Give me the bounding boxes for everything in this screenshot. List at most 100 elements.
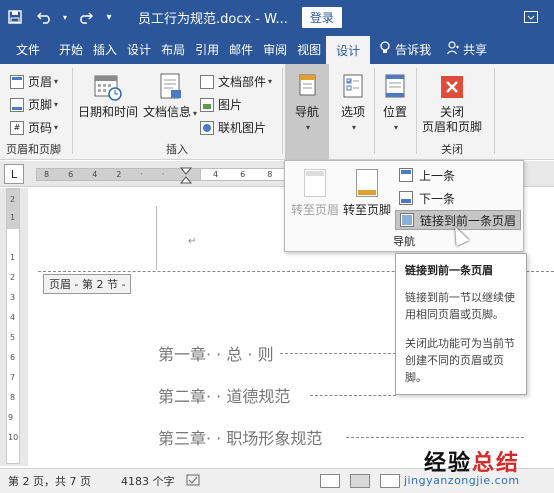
ruler-tick: 4	[213, 170, 219, 179]
ruler-tick: 4	[92, 170, 98, 179]
lightbulb-icon	[379, 40, 391, 58]
pictures-button[interactable]: 图片	[200, 96, 242, 113]
options-button[interactable]: 选项 ▾	[338, 72, 368, 135]
ruler-tick: 2	[10, 195, 16, 204]
ruler-tick: 10	[8, 433, 19, 442]
tab-selector[interactable]: L	[4, 164, 24, 184]
next-section-button[interactable]: 下一条	[395, 188, 459, 208]
close-header-footer-button[interactable]: 关闭 页眉和页脚	[422, 72, 482, 135]
next-label: 下一条	[419, 191, 456, 206]
goto-header-icon	[304, 169, 326, 197]
undo-icon[interactable]	[30, 0, 60, 34]
group-label-insert: 插入	[166, 143, 188, 156]
position-label: 位置	[382, 105, 407, 119]
page-number-button[interactable]: # 页码 ▾	[10, 119, 58, 136]
toc-entry[interactable]: 第一章· · 总 · 则	[158, 341, 274, 365]
quick-parts-button[interactable]: 文档部件 ▾	[200, 73, 272, 90]
online-picture-icon	[200, 120, 214, 135]
window-title: 员工行为规范.docx - W...	[138, 11, 288, 27]
ruler-tick: 2	[116, 170, 122, 179]
tell-me-box[interactable]: 告诉我	[374, 34, 436, 64]
vertical-ruler: 2 1 1 2 3 4 5 6 7 8 9 10	[0, 188, 28, 466]
position-button[interactable]: 位置 ▾	[380, 72, 410, 135]
ruler-dot: ·	[161, 170, 165, 179]
ruler-tick: 6	[240, 170, 246, 179]
tab-design[interactable]: 设计	[122, 34, 156, 64]
options-label: 选项	[340, 105, 365, 119]
group-label-navigation: 导航	[393, 235, 415, 248]
footer-icon	[10, 97, 24, 112]
ruler-tick: 8	[267, 170, 273, 179]
toc-entry[interactable]: 第三章· · 职场形象规范	[158, 425, 322, 449]
ruler-dot: ·	[140, 170, 143, 179]
group-label-header-footer: 页眉和页脚	[6, 143, 61, 156]
vertical-ruler-bar[interactable]: 2 1 1 2 3 4 5 6 7 8 9 10	[6, 188, 20, 464]
read-mode-icon[interactable]	[320, 474, 341, 488]
date-time-button[interactable]: 日期和时间	[78, 72, 138, 120]
goto-header-button[interactable]: 转至页眉	[291, 169, 339, 218]
ruler-tick: 5	[10, 333, 16, 342]
online-pictures-button[interactable]: 联机图片	[200, 119, 266, 136]
undo-dropdown-icon[interactable]: ▾	[60, 0, 70, 34]
ribbon: 页眉 ▾ 页脚 ▾ # 页码 ▾ 页眉和页脚 日期和时间 文档信息 ▾ 文档部件 ▾ 图片…	[0, 64, 554, 160]
group-divider	[494, 68, 495, 154]
tab-header-footer-design[interactable]: 设计	[326, 36, 371, 64]
tab-insert[interactable]: 插入	[88, 34, 122, 64]
previous-section-button[interactable]: 上一条	[395, 165, 459, 185]
page-count[interactable]: 第 2 页，共 7 页	[8, 473, 91, 489]
options-icon	[338, 72, 368, 102]
tab-mailings[interactable]: 邮件	[224, 34, 258, 64]
close-label-line2: 页眉和页脚	[422, 120, 483, 134]
pictures-label: 图片	[218, 98, 243, 112]
navigation-button[interactable]: 导航 ▾	[292, 72, 322, 135]
ruler-tick: 8	[44, 170, 50, 179]
header-label: 页眉	[28, 75, 53, 89]
calendar-clock-icon	[93, 72, 123, 102]
tab-home[interactable]: 开始	[54, 34, 88, 64]
toc-leader	[346, 437, 524, 438]
save-icon[interactable]	[0, 0, 30, 34]
link-icon	[400, 213, 414, 227]
word-count[interactable]: 4183 个字	[121, 473, 175, 489]
quick-parts-label: 文档部件	[218, 75, 267, 89]
ruler-tick: 6	[10, 353, 16, 362]
ribbon-tab-bar: 文件 开始 插入 设计 布局 引用 邮件 审阅 视图 设计 告诉我 共享	[0, 34, 554, 64]
online-pictures-label: 联机图片	[218, 121, 267, 135]
ruler-tick: 1	[10, 213, 16, 222]
login-button[interactable]: 登录	[301, 6, 342, 28]
proofing-icon[interactable]	[186, 474, 200, 489]
redo-icon[interactable]	[70, 0, 100, 34]
tooltip-link-to-previous: 链接到前一条页眉 链接到前一节以继续使用相同页眉或页脚。 关闭此功能可为当前节创…	[395, 253, 527, 395]
ribbon-display-options-icon[interactable]	[508, 0, 554, 34]
tab-file[interactable]: 文件	[0, 34, 54, 64]
quick-parts-icon	[200, 74, 214, 89]
footer-button[interactable]: 页脚 ▾	[10, 96, 58, 113]
previous-label: 上一条	[419, 168, 456, 183]
toc-leader	[280, 353, 396, 354]
toc-entry[interactable]: 第二章· · 道德规范	[158, 383, 290, 407]
paragraph-mark-icon: ↵	[188, 236, 197, 247]
share-label: 共享	[463, 42, 488, 57]
header-button[interactable]: 页眉 ▾	[10, 73, 58, 90]
web-layout-icon[interactable]	[380, 474, 401, 488]
tooltip-paragraph: 关闭此功能可为当前节创建不同的页眉或页脚。	[405, 337, 515, 384]
ruler-tick: 4	[10, 313, 16, 322]
tab-view[interactable]: 视图	[292, 34, 326, 64]
watermark-url: jingyanzongjie.com	[404, 474, 520, 487]
customize-toolbar-icon[interactable]: ▾	[100, 0, 118, 34]
navigation-dropdown-icon: ▾	[305, 123, 310, 132]
indent-marker-icon[interactable]	[179, 167, 193, 185]
print-layout-icon[interactable]	[350, 474, 371, 488]
group-label-close: 关闭	[441, 143, 463, 156]
tab-layout[interactable]: 布局	[156, 34, 190, 64]
ruler-tick: 2	[10, 273, 16, 282]
share-button[interactable]: 共享	[442, 34, 492, 64]
tab-references[interactable]: 引用	[190, 34, 224, 64]
document-info-button[interactable]: 文档信息 ▾	[143, 72, 197, 121]
tab-review[interactable]: 审阅	[258, 34, 292, 64]
previous-icon	[399, 168, 413, 182]
header-margin-guide	[156, 206, 157, 270]
footer-label: 页脚	[28, 98, 53, 112]
goto-footer-button[interactable]: 转至页脚	[343, 169, 391, 218]
navigation-icon	[292, 72, 322, 102]
